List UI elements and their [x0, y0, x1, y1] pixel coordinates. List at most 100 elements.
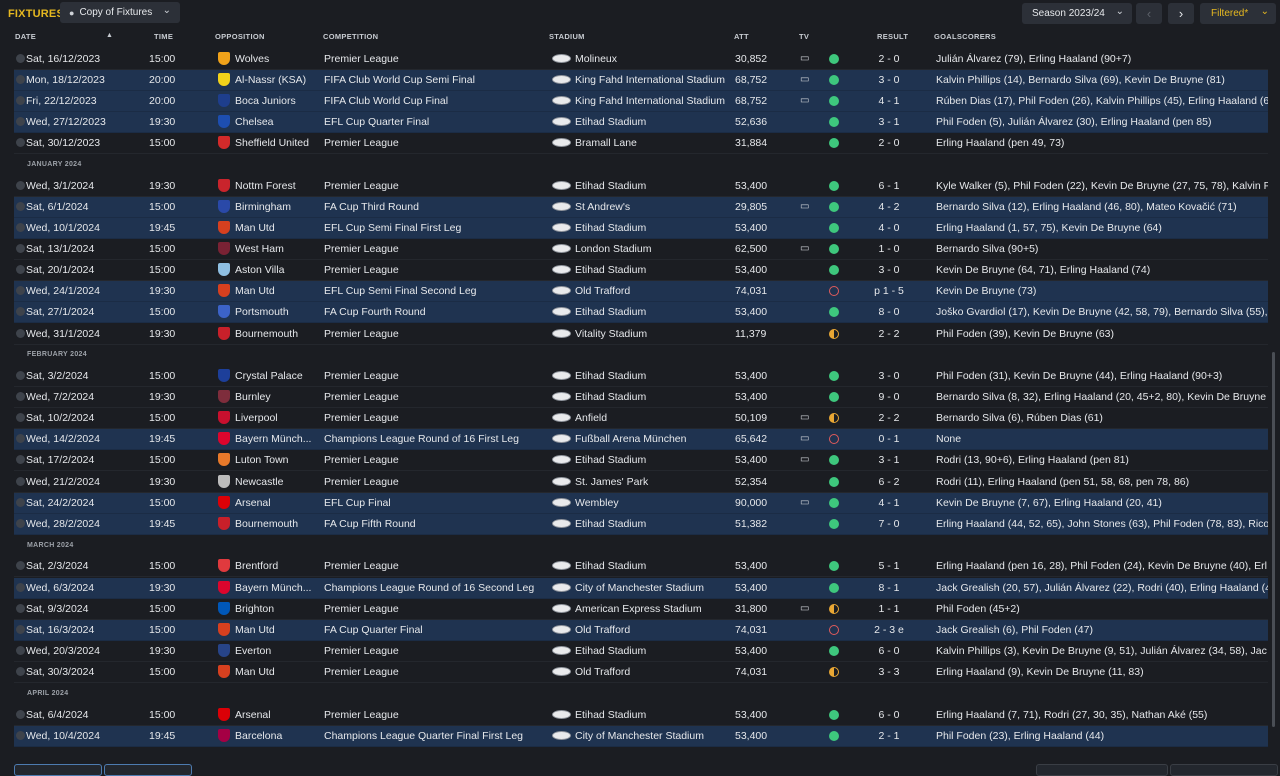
fixture-result[interactable]: 2 - 2	[854, 412, 924, 424]
fixture-opposition[interactable]: Brighton	[235, 603, 274, 615]
fixture-result[interactable]: 6 - 2	[854, 476, 924, 488]
row-select-icon[interactable]	[16, 455, 25, 464]
fixture-competition[interactable]: EFL Cup Semi Final Second Leg	[324, 285, 477, 297]
fixture-stadium[interactable]: Etihad Stadium	[575, 306, 646, 318]
row-select-icon[interactable]	[16, 54, 25, 63]
fixture-result[interactable]: 1 - 0	[854, 243, 924, 255]
fixture-competition[interactable]: Champions League Round of 16 First Leg	[324, 433, 519, 445]
fixture-opposition[interactable]: Brentford	[235, 560, 278, 572]
fixture-result[interactable]: 0 - 1	[854, 433, 924, 445]
fixture-stadium[interactable]: Vitality Stadium	[575, 328, 647, 340]
fixture-result[interactable]: 6 - 1	[854, 180, 924, 192]
table-row[interactable]: Wed, 7/2/2024 19:30 Burnley Premier League E…	[14, 387, 1268, 408]
fixture-stadium[interactable]: Etihad Stadium	[575, 222, 646, 234]
fixture-stadium[interactable]: Etihad Stadium	[575, 264, 646, 276]
fixture-opposition[interactable]: Arsenal	[235, 497, 271, 509]
row-select-icon[interactable]	[16, 138, 25, 147]
table-row[interactable]: Wed, 31/1/2024 19:30 Bournemouth Premier Le…	[14, 324, 1268, 345]
fixture-stadium[interactable]: Old Trafford	[575, 666, 630, 678]
table-row[interactable]: Sat, 16/12/2023 15:00 Wolves Premier League…	[14, 49, 1268, 70]
fixture-competition[interactable]: Champions League Quarter Final First Leg	[324, 730, 523, 742]
table-row[interactable]: Sat, 2/3/2024 15:00 Brentford Premier Leagu…	[14, 556, 1268, 577]
row-select-icon[interactable]	[16, 392, 25, 401]
row-select-icon[interactable]	[16, 561, 25, 570]
fixture-competition[interactable]: Champions League Round of 16 Second Leg	[324, 582, 534, 594]
row-select-icon[interactable]	[16, 96, 25, 105]
row-select-icon[interactable]	[16, 667, 25, 676]
row-select-icon[interactable]	[16, 413, 25, 422]
fixture-opposition[interactable]: Man Utd	[235, 222, 275, 234]
fixture-opposition[interactable]: Luton Town	[235, 454, 289, 466]
row-select-icon[interactable]	[16, 604, 25, 613]
fixture-competition[interactable]: Premier League	[324, 53, 399, 65]
fixture-result[interactable]: 2 - 0	[854, 53, 924, 65]
fixture-stadium[interactable]: City of Manchester Stadium	[575, 582, 704, 594]
table-row[interactable]: Sat, 10/2/2024 15:00 Liverpool Premier Leag…	[14, 408, 1268, 429]
column-header-time[interactable]: TIME	[154, 32, 173, 41]
column-header-competition[interactable]: COMPETITION	[323, 32, 378, 41]
row-select-icon[interactable]	[16, 329, 25, 338]
column-header-tv[interactable]: TV	[799, 32, 809, 41]
fixture-competition[interactable]: Premier League	[324, 243, 399, 255]
fixture-result[interactable]: 4 - 0	[854, 222, 924, 234]
column-header-att[interactable]: ATT	[734, 32, 749, 41]
table-row[interactable]: Wed, 10/1/2024 19:45 Man Utd EFL Cup Semi F…	[14, 218, 1268, 239]
fixture-result[interactable]: 2 - 3 e	[854, 624, 924, 636]
fixture-opposition[interactable]: Man Utd	[235, 666, 275, 678]
fixture-competition[interactable]: Premier League	[324, 476, 399, 488]
table-row[interactable]: Wed, 21/2/2024 19:30 Newcastle Premier Leag…	[14, 472, 1268, 493]
fixture-stadium[interactable]: Fußball Arena München	[575, 433, 686, 445]
fixture-opposition[interactable]: Nottm Forest	[235, 180, 296, 192]
fixture-stadium[interactable]: St. James' Park	[575, 476, 648, 488]
table-row[interactable]: Sat, 17/2/2024 15:00 Luton Town Premier Lea…	[14, 450, 1268, 471]
fixture-opposition[interactable]: Portsmouth	[235, 306, 289, 318]
fixture-stadium[interactable]: King Fahd International Stadium	[575, 74, 725, 86]
fixture-competition[interactable]: Premier League	[324, 412, 399, 424]
table-row[interactable]: Wed, 24/1/2024 19:30 Man Utd EFL Cup Semi F…	[14, 281, 1268, 302]
fixture-opposition[interactable]: Birmingham	[235, 201, 291, 213]
fixture-competition[interactable]: Premier League	[324, 391, 399, 403]
table-row[interactable]: Sat, 9/3/2024 15:00 Brighton Premier League…	[14, 599, 1268, 620]
fixture-result[interactable]: 4 - 2	[854, 201, 924, 213]
table-row[interactable]: Wed, 6/3/2024 19:30 Bayern Münch... Champio…	[14, 578, 1268, 599]
fixture-opposition[interactable]: West Ham	[235, 243, 284, 255]
row-select-icon[interactable]	[16, 223, 25, 232]
fixture-stadium[interactable]: St Andrew's	[575, 201, 630, 213]
fixture-opposition[interactable]: Liverpool	[235, 412, 278, 424]
fixture-opposition[interactable]: Al-Nassr (KSA)	[235, 74, 306, 86]
fixture-result[interactable]: 8 - 1	[854, 582, 924, 594]
fixture-stadium[interactable]: Etihad Stadium	[575, 180, 646, 192]
fixture-opposition[interactable]: Sheffield United	[235, 137, 309, 149]
fixture-competition[interactable]: FIFA Club World Cup Final	[324, 95, 448, 107]
fixture-result[interactable]: 8 - 0	[854, 306, 924, 318]
column-header-stadium[interactable]: STADIUM	[549, 32, 585, 41]
row-select-icon[interactable]	[16, 710, 25, 719]
fixture-stadium[interactable]: Bramall Lane	[575, 137, 637, 149]
fixture-competition[interactable]: FIFA Club World Cup Semi Final	[324, 74, 475, 86]
table-row[interactable]: Sat, 24/2/2024 15:00 Arsenal EFL Cup Final W…	[14, 493, 1268, 514]
fixture-stadium[interactable]: American Express Stadium	[575, 603, 702, 615]
fixture-result[interactable]: 3 - 0	[854, 370, 924, 382]
fixture-result[interactable]: 4 - 1	[854, 95, 924, 107]
fixture-result[interactable]: 2 - 1	[854, 730, 924, 742]
fixture-stadium[interactable]: Anfield	[575, 412, 607, 424]
filter-dropdown[interactable]: Filtered* ⌄	[1200, 3, 1276, 24]
fixture-stadium[interactable]: Etihad Stadium	[575, 454, 646, 466]
fixture-opposition[interactable]: Bayern Münch...	[235, 433, 311, 445]
fixture-competition[interactable]: Premier League	[324, 370, 399, 382]
fixture-stadium[interactable]: Etihad Stadium	[575, 709, 646, 721]
fixture-competition[interactable]: Premier League	[324, 328, 399, 340]
fixture-opposition[interactable]: Wolves	[235, 53, 269, 65]
previous-season-button[interactable]: ‹	[1136, 3, 1162, 24]
fixture-opposition[interactable]: Bournemouth	[235, 518, 298, 530]
row-select-icon[interactable]	[16, 202, 25, 211]
footer-button[interactable]	[14, 764, 102, 776]
fixture-stadium[interactable]: Etihad Stadium	[575, 645, 646, 657]
row-select-icon[interactable]	[16, 371, 25, 380]
table-row[interactable]: Sat, 30/12/2023 15:00 Sheffield United Prem…	[14, 133, 1268, 154]
table-row[interactable]: Wed, 14/2/2024 19:45 Bayern Münch... Champi…	[14, 429, 1268, 450]
fixture-opposition[interactable]: Man Utd	[235, 624, 275, 636]
fixture-competition[interactable]: FA Cup Third Round	[324, 201, 419, 213]
fixture-competition[interactable]: Premier League	[324, 709, 399, 721]
fixture-competition[interactable]: EFL Cup Quarter Final	[324, 116, 429, 128]
